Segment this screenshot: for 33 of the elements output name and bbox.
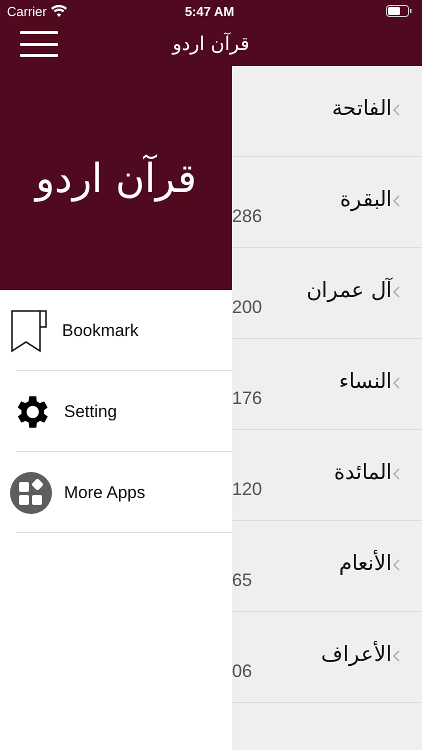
chevron-icon	[393, 286, 400, 298]
verse-count: 200	[232, 297, 262, 318]
verse-count: 06	[232, 661, 252, 682]
surah-row[interactable]: الفاتحة	[232, 66, 422, 157]
verse-count: 120	[232, 479, 262, 500]
battery-icon	[386, 5, 412, 17]
surah-name: النساء	[339, 369, 392, 393]
chevron-icon	[393, 104, 400, 116]
surah-name: آل عمران	[306, 278, 392, 302]
drawer-item[interactable]: Bookmark	[0, 290, 232, 371]
chevron-icon	[393, 559, 400, 571]
apps-icon	[10, 472, 52, 514]
surah-name: المائدة	[334, 460, 392, 484]
verse-count: 65	[232, 570, 252, 591]
drawer-item[interactable]: More Apps	[0, 452, 232, 533]
status-time: 5:47 AM	[184, 4, 234, 18]
verse-count: 286	[232, 206, 262, 227]
surah-name: الأعراف	[321, 642, 392, 666]
chevron-icon	[393, 377, 400, 389]
nav-title: قرآن اردو	[172, 33, 250, 55]
drawer-title: قرآن اردو	[36, 154, 196, 202]
chevron-icon	[393, 468, 400, 480]
menu-button[interactable]	[20, 28, 58, 60]
bookmark-icon	[10, 308, 50, 352]
drawer-item[interactable]: Setting	[0, 371, 232, 452]
surah-name: الفاتحة	[332, 96, 392, 120]
chevron-icon	[393, 195, 400, 207]
wifi-icon	[50, 5, 67, 17]
surah-name: الأنعام	[339, 551, 392, 575]
surah-name: البقرة	[340, 187, 392, 211]
chevron-icon	[393, 650, 400, 662]
carrier-label: Carrier	[7, 4, 47, 18]
verse-count: 176	[232, 388, 262, 409]
